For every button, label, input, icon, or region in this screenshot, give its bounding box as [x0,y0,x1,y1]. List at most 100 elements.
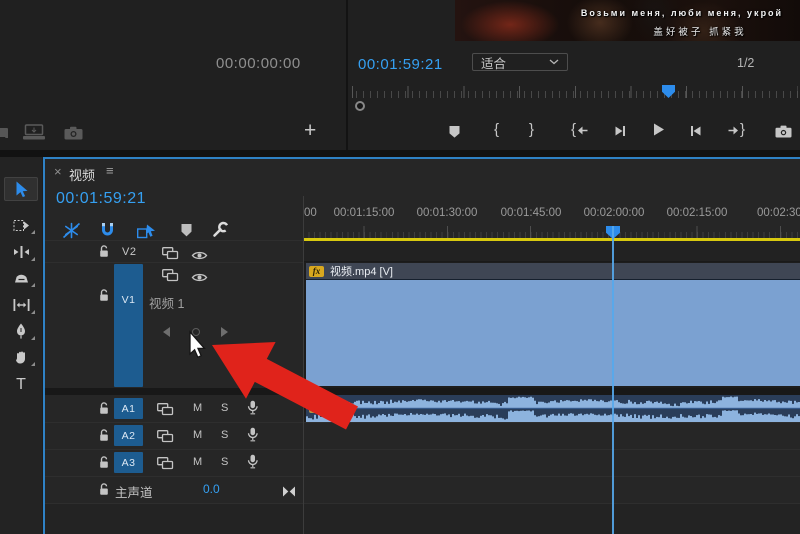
a3-sync-lock-toggle[interactable] [157,457,174,475]
video-audio-divider[interactable] [45,388,800,395]
row-separator [45,240,303,241]
go-to-out-button[interactable]: } [728,121,745,139]
a2-mute-button[interactable]: M [193,429,202,441]
video-clip[interactable]: fx 视频.mp4 [V] [306,263,800,386]
v1-track-target[interactable]: V1 [114,264,143,387]
a2-sync-lock-toggle[interactable] [157,430,174,448]
lock-open-icon [99,483,110,496]
timeline-add-marker-button[interactable] [180,221,193,239]
close-panel-button[interactable]: × [54,166,62,178]
hand-tool-button[interactable] [4,345,38,369]
timeline-panel: × 视频 ≡ 00:01:59:21 V2 [43,157,800,534]
a1-mute-button[interactable]: M [193,402,202,414]
master-volume-value[interactable]: 0.0 [203,482,220,496]
marker-icon [448,125,461,138]
clipped-edge-icon[interactable] [0,125,9,138]
v1-sync-lock-toggle[interactable] [162,269,179,287]
ripple-edit-icon [13,246,30,258]
a1-record-toggle[interactable] [247,400,259,420]
scrubber-origin-handle[interactable] [355,101,365,111]
v1-track-output-toggle[interactable] [191,270,208,288]
magnet-icon [99,222,116,238]
time-ruler[interactable]: 00 00:01:15:00 00:01:30:00 00:01:45:00 0… [304,204,800,241]
eye-icon [191,272,208,283]
video-preview[interactable]: Возьми меня, люби меня, укрой 盖好被子 抓紧我 [455,0,800,41]
a3-track-target[interactable]: A3 [114,452,143,473]
a1-sync-lock-toggle[interactable] [157,403,174,421]
camera-icon[interactable] [64,126,83,140]
play-icon [652,122,665,137]
arrow-left-icon [577,125,588,136]
master-lock-toggle[interactable] [99,483,110,501]
type-tool-button[interactable]: T [4,373,38,397]
sync-lock-icon [157,430,174,443]
fx-badge: fx [309,403,322,413]
play-button[interactable] [652,120,665,138]
audio-clip[interactable]: fx [306,395,800,422]
razor-tool-button[interactable] [4,266,38,290]
a2-solo-button[interactable]: S [221,429,228,441]
add-marker-button[interactable] [448,122,461,140]
next-keyframe-button[interactable] [221,327,228,337]
add-button[interactable]: + [304,121,316,141]
monitor-scrubber[interactable] [352,86,798,98]
timeline-timecode[interactable]: 00:01:59:21 [56,190,146,208]
v2-track-lane[interactable] [304,241,800,262]
v2-track-output-toggle[interactable] [191,248,208,266]
program-timecode[interactable]: 00:01:59:21 [358,56,443,73]
go-to-in-button[interactable]: { [571,121,588,139]
snap-toggle-button[interactable] [99,221,116,239]
previous-keyframe-button[interactable] [163,327,170,337]
a2-lock-toggle[interactable] [99,429,110,447]
insert-monitor-icon[interactable] [22,124,47,140]
lock-open-icon [99,289,110,302]
a3-solo-button[interactable]: S [221,456,228,468]
track-select-forward-tool-button[interactable] [4,213,38,237]
ruler-ticks [304,226,800,238]
mark-out-button[interactable]: } [529,121,534,139]
sync-lock-icon [162,247,179,260]
pen-tool-button[interactable] [4,319,38,343]
a3-lock-toggle[interactable] [99,456,110,474]
export-frame-icon [775,125,792,138]
razor-icon [14,272,29,284]
v2-track-target[interactable]: V2 [122,246,136,258]
panel-menu-icon[interactable]: ≡ [106,165,114,177]
ripple-edit-tool-button[interactable] [4,240,38,264]
add-keyframe-button[interactable] [192,328,200,336]
v2-sync-lock-toggle[interactable] [162,247,179,265]
source-timecode[interactable]: 00:00:00:00 [216,55,301,72]
v2-lock-toggle[interactable] [99,245,110,263]
video-clip-name: 视频.mp4 [V] [330,263,393,279]
a3-mute-button[interactable]: M [193,456,202,468]
v1-lock-toggle[interactable] [99,289,110,307]
lock-open-icon [99,245,110,258]
zoom-level-select[interactable]: 适合 [472,53,568,71]
timeline-tab-title[interactable]: 视频 [69,165,95,184]
premiere-pro-app: 00:00:00:00 + Возьми меня, люби меня, ук… [0,0,800,534]
a2-record-toggle[interactable] [247,427,259,447]
a1-lock-toggle[interactable] [99,402,110,420]
resolution-page-indicator: 1/2 [737,56,754,70]
linked-selection-button[interactable] [137,222,157,240]
nest-sequence-icon [62,222,81,239]
type-tool-icon: T [16,376,26,394]
step-forward-button[interactable] [690,122,702,140]
insert-nest-toggle-button[interactable] [62,221,81,239]
a1-solo-button[interactable]: S [221,402,228,414]
v1-track-name[interactable]: 视频 1 [149,293,184,312]
selection-tool-button[interactable] [4,177,38,201]
a2-track-target[interactable]: A2 [114,425,143,446]
master-pan-control[interactable] [282,484,296,502]
playhead-line [612,226,614,534]
a3-record-toggle[interactable] [247,454,259,474]
mark-in-button[interactable]: { [494,121,499,139]
timeline-settings-button[interactable] [211,220,229,238]
step-back-button[interactable] [614,122,626,140]
tools-panel: T [0,157,42,534]
microphone-icon [247,427,259,442]
a1-track-target[interactable]: A1 [114,398,143,419]
panel-divider [0,150,800,157]
export-frame-button[interactable] [775,122,792,140]
slip-tool-button[interactable] [4,293,38,317]
